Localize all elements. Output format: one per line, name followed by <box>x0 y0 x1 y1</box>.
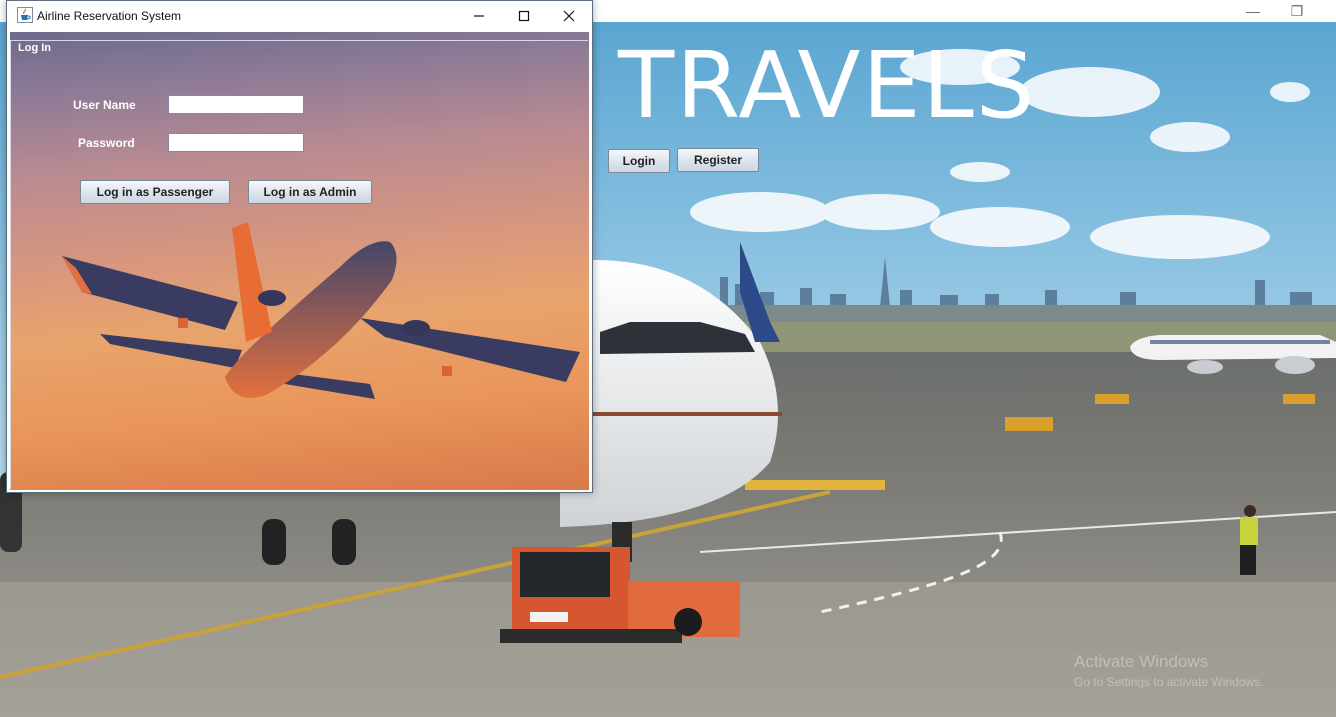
java-coffee-icon <box>17 7 33 23</box>
dialog-titlebar[interactable]: Airline Reservation System <box>7 1 592 31</box>
main-login-button[interactable]: Login <box>608 149 670 173</box>
main-minimize-button[interactable]: — <box>1244 3 1262 19</box>
login-dialog: Airline Reservation System Log In User N… <box>6 0 593 493</box>
dialog-maximize-button[interactable] <box>509 5 539 27</box>
dialog-title: Airline Reservation System <box>37 9 182 23</box>
windows-activation-watermark: Activate Windows Go to Settings to activ… <box>1074 652 1263 692</box>
dialog-close-button[interactable] <box>554 5 584 27</box>
login-as-admin-button[interactable]: Log in as Admin <box>248 180 372 204</box>
main-register-button[interactable]: Register <box>677 148 759 172</box>
username-field[interactable] <box>168 95 304 114</box>
password-label: Password <box>78 136 135 150</box>
main-restore-button[interactable]: ❐ <box>1288 3 1306 20</box>
hero-title: TRAVELS <box>618 32 1037 139</box>
close-icon <box>563 10 575 22</box>
username-label: User Name <box>73 98 136 112</box>
login-group-title: Log In <box>18 42 51 54</box>
login-as-passenger-button[interactable]: Log in as Passenger <box>80 180 230 204</box>
maximize-icon <box>518 10 530 22</box>
watermark-line-1: Activate Windows <box>1074 652 1209 671</box>
minimize-icon <box>474 15 484 17</box>
dialog-minimize-button[interactable] <box>464 5 494 27</box>
password-field[interactable] <box>168 133 304 152</box>
watermark-line-2: Go to Settings to activate Windows. <box>1074 675 1264 689</box>
dialog-content: Log In User Name Password Log in as Pass… <box>10 32 589 490</box>
